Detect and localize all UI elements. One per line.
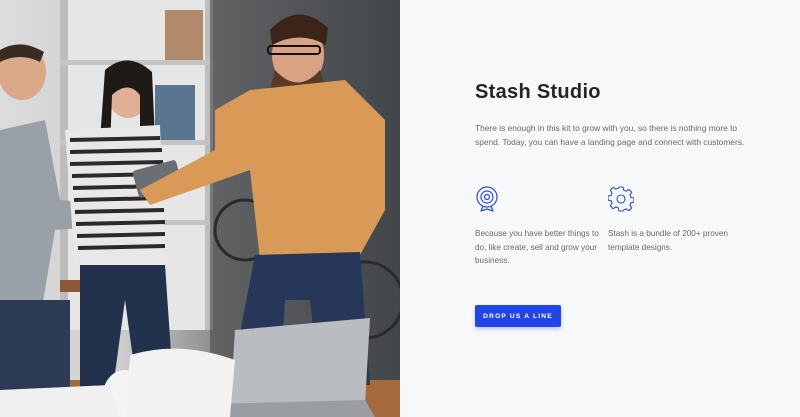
content-panel: Stash Studio There is enough in this kit…: [400, 0, 800, 417]
feature-text: Stash is a bundle of 200+ proven templat…: [608, 229, 728, 252]
target-icon: [476, 186, 498, 212]
feature-item: Because you have better things to do, li…: [475, 186, 600, 268]
gear-icon: [608, 186, 634, 212]
feature-text: Because you have better things to do, li…: [475, 229, 599, 265]
feature-item: Stash is a bundle of 200+ proven templat…: [608, 186, 733, 254]
drop-us-a-line-button[interactable]: DROP US A LINE: [475, 305, 561, 327]
intro-text: There is enough in this kit to grow with…: [475, 123, 745, 147]
hero-photo: [0, 0, 400, 417]
page-title: Stash Studio: [475, 81, 601, 103]
